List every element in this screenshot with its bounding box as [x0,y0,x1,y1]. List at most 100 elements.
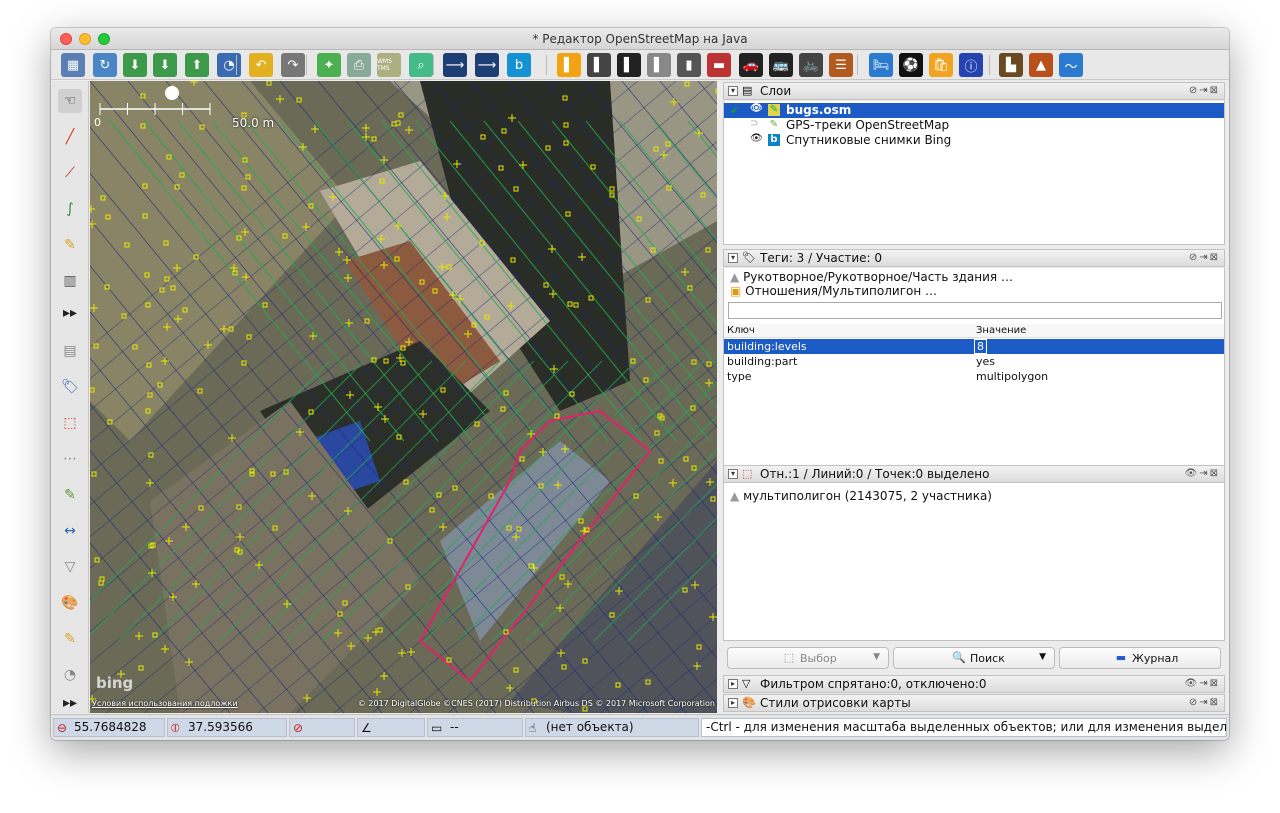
preset-multipolygon-link[interactable]: ▣ Отношения/Мультиполигон … [730,284,937,298]
map-style-icon[interactable]: 🎨 [58,591,82,615]
bing-icon[interactable]: b [507,53,531,77]
history-button[interactable]: ▬ Журнал [1059,647,1221,669]
industry-icon[interactable]: ▙ [999,53,1023,77]
toolbar-separator [306,55,307,75]
tag-key[interactable]: type [727,370,752,383]
way-split-icon[interactable]: ⟶ [475,53,499,77]
select-button[interactable]: ⬚ Выбор ▼ [727,647,889,669]
draw-line-icon[interactable]: ╱ [58,125,82,149]
tag-value[interactable]: multipolygon [976,370,1048,383]
more-toggles-icon[interactable]: ▸▸ [58,691,82,715]
wms-tms-icon[interactable]: WMS TMS [377,53,401,77]
tag-key[interactable]: building:part [727,355,797,368]
tags-toggle-icon[interactable]: 🏷 [58,375,82,399]
peak-icon[interactable]: ▲ [1029,53,1053,77]
panel-controls-icon[interactable]: 👁⇥⊠ [1185,468,1220,479]
relation-list-icon[interactable]: ⋯ [58,447,82,471]
print-icon[interactable]: ⎙ [347,53,371,77]
undo-icon[interactable]: ↶ [249,53,273,77]
visibility-eye-icon[interactable]: 👁 [750,133,763,144]
layers-list: ✔ 👁 ✎ bugs.osm ⊃ ✎ GPS-треки OpenStreetM… [723,101,1225,245]
selection-panel-header[interactable]: ▾ ⬚ Отн.:1 / Линий:0 / Точек:0 выделено … [723,465,1225,483]
bicycle-icon[interactable]: 🚲 [799,53,823,77]
open-file-icon[interactable]: ▦ [61,53,85,77]
imagery-terms-link[interactable]: Условия использования подложки [92,699,238,708]
heading-field: ⊘ [289,718,355,737]
filter-panel-header[interactable]: ▸ ▽ Фильтром спрятано:0, отключено:0 👁⇥⊠ [723,675,1225,693]
tag-value[interactable]: 8 [974,339,987,354]
map-view[interactable]: 0 50.0 m bing Условия использования подл… [90,81,717,713]
panel-controls-icon[interactable]: ⊘⇥⊠ [1189,697,1220,708]
upload-icon[interactable]: ⬆ [185,53,209,77]
draw-pencil-icon[interactable]: ✎ [58,233,82,257]
dropdown-arrow-icon[interactable]: ▼ [1039,652,1046,662]
redo-icon[interactable]: ↷ [281,53,305,77]
water-icon[interactable]: 〜 [1059,53,1083,77]
collapse-toggle-icon[interactable]: ▾ [728,86,738,96]
hotel-icon[interactable]: 🛏 [869,53,893,77]
style-panel-header[interactable]: ▸ 🎨 Стили отрисовки карты ⊘⇥⊠ [723,694,1225,712]
value-column-header[interactable]: Значение [976,325,1026,336]
layer-item-gps-traces[interactable]: ⊃ ✎ GPS-треки OpenStreetMap [724,118,1224,133]
filter-icon[interactable]: ▽ [58,555,82,579]
collapse-toggle-icon[interactable]: ▾ [728,253,738,263]
zoom-fit-icon[interactable]: ✦ [317,53,341,77]
search-button[interactable]: 🔍 Поиск ▼ [893,647,1055,669]
download-icon[interactable]: ⬇ [123,53,147,77]
history-button-label: Журнал [1132,652,1179,665]
tag-search-input[interactable] [728,302,1222,319]
tag-row[interactable]: type multipolygon [724,369,1224,384]
layer-item-bugs-osm[interactable]: ✔ 👁 ✎ bugs.osm [724,103,1224,118]
barrier-icon[interactable]: ▬ [707,53,731,77]
tag-row[interactable]: building:part yes [724,354,1224,369]
tag-value[interactable]: yes [976,355,995,368]
panel-controls-icon[interactable]: 👁⇥⊠ [1185,678,1220,689]
way-icon[interactable]: ⟶ [443,53,467,77]
validator-icon[interactable]: ✎ [58,483,82,507]
expand-toggle-icon[interactable]: ▸ [728,698,738,708]
download-along-icon[interactable]: ⬇ [153,53,177,77]
select-tool-icon[interactable]: ☜ [58,89,82,113]
improve-way-icon[interactable]: ⟋ [58,161,82,185]
more-tools-icon[interactable]: ▸▸ [58,301,82,325]
latitude-value: 55.7684828 [74,720,147,734]
tags-panel-header[interactable]: ▾ 🏷 Теги: 3 / Участие: 0 ⊘⇥⊠ [723,249,1225,267]
open-location-icon[interactable]: ↻ [93,53,117,77]
upload-changes-icon[interactable]: ◔ [217,53,241,77]
bus-icon[interactable]: 🚌 [769,53,793,77]
road-icon-2[interactable]: ▌ [587,53,611,77]
sport-icon[interactable]: ⚽ [899,53,923,77]
road-icon[interactable]: ▌ [557,53,581,77]
panel-controls-icon[interactable]: ⊘⇥⊠ [1189,252,1220,263]
selection-list-icon[interactable]: ⬚ [58,411,82,435]
selection-item-multipolygon[interactable]: ▲ мультиполигон (2143075, 2 участника) [730,489,992,503]
visibility-eye-icon[interactable]: 👁 [750,103,763,114]
preset-building-part-link[interactable]: ▲ Рукотворное/Рукотворное/Часть здания … [730,270,1013,284]
conflict-icon[interactable]: ↔ [58,519,82,543]
collapse-toggle-icon[interactable]: ▾ [728,469,738,479]
key-column-header[interactable]: Ключ [727,325,755,336]
layers-toggle-icon[interactable]: ▤ [58,339,82,363]
railway-icon[interactable]: ☰ [829,53,853,77]
road-icon-4[interactable]: ▌ [647,53,671,77]
car-icon[interactable]: 🚗 [739,53,763,77]
tag-row[interactable]: building:levels 8 [724,339,1224,354]
visibility-eye-icon[interactable]: ⊃ [750,118,758,129]
draw-curve-icon[interactable]: ∫ [58,197,82,221]
panel-controls-icon[interactable]: ⊘⇥⊠ [1189,85,1220,96]
layer-item-bing[interactable]: 👁 b Спутниковые снимки Bing [724,133,1224,148]
info-icon[interactable]: ⓘ [959,53,983,77]
traffic-light-icon[interactable]: ▮ [677,53,701,77]
expand-toggle-icon[interactable]: ▸ [728,679,738,689]
filter-icon: ▽ [742,677,751,690]
building-tool-icon[interactable]: ▥ [58,269,82,293]
dropdown-arrow-icon[interactable]: ▼ [873,652,880,662]
notes-icon[interactable]: ✎ [58,627,82,651]
history-icon[interactable]: ◔ [58,663,82,687]
building-icon: ▲ [730,270,740,284]
shop-icon[interactable]: 🛍 [929,53,953,77]
tag-key[interactable]: building:levels [727,340,807,353]
road-icon-3[interactable]: ▌ [617,53,641,77]
layers-panel-header[interactable]: ▾ ▤ Слои ⊘⇥⊠ [723,82,1225,100]
zoom-icon[interactable]: ⌕ [409,53,433,77]
